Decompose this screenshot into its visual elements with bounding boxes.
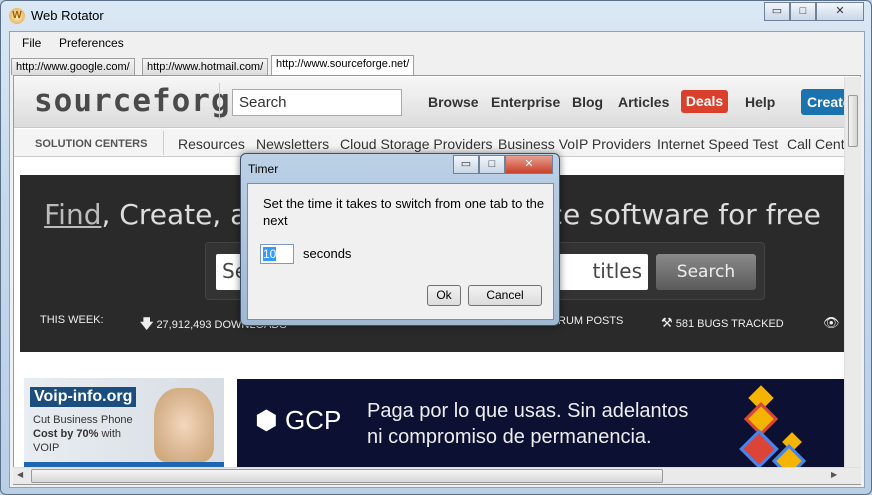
voip-ad[interactable]: Voip-info.org Cut Business Phone Cost by… <box>24 378 224 468</box>
nav-help[interactable]: Help <box>745 94 775 110</box>
timer-dialog: Timer ▭ □ ✕ Set the time it takes to swi… <box>240 153 560 326</box>
site-header: sourceforge Search Browse Enterprise Blo… <box>14 77 860 128</box>
seconds-label: seconds <box>303 246 352 261</box>
app-icon: W <box>9 8 25 24</box>
bugs-text: 581 BUGS TRACKED <box>675 318 784 330</box>
seconds-input[interactable]: 10 <box>260 244 294 264</box>
eye-icon: 👁 <box>823 315 840 330</box>
subnav-resources[interactable]: Resources <box>178 136 245 152</box>
close-button[interactable]: ✕ <box>816 2 864 21</box>
scroll-left-arrow-icon[interactable]: ◀ <box>17 470 23 479</box>
subnav-speed-test[interactable]: Internet Speed Test <box>657 136 778 152</box>
hero-search-button[interactable]: Search <box>656 254 756 290</box>
gcp-hexagon-icon: ⬢ <box>255 405 278 435</box>
dialog-message: Set the time it takes to switch from one… <box>263 196 545 228</box>
menu-file[interactable]: File <box>22 36 41 50</box>
voip-line2-bold: Cost by 70% <box>33 428 99 440</box>
voip-line3: VOIP <box>33 442 60 454</box>
subnav-business-voip[interactable]: Business VoIP Providers <box>498 136 651 152</box>
gcp-line2: ni compromiso de permanencia. <box>367 426 652 448</box>
dialog-title: Timer <box>248 162 279 176</box>
deals-button[interactable]: Deals <box>681 90 728 113</box>
voip-brand: Voip-info.org <box>30 387 137 407</box>
ad-photo <box>154 388 214 462</box>
tab-hotmail[interactable]: http://www.hotmail.com/ <box>142 58 269 75</box>
scroll-right-arrow-icon[interactable]: ▶ <box>831 470 837 479</box>
maximize-button[interactable]: □ <box>790 2 816 21</box>
voip-line1: Cut Business Phone <box>33 414 133 426</box>
solution-centers-label: SOLUTION CENTERS <box>35 138 148 150</box>
divider <box>219 83 220 121</box>
dialog-maximize-button[interactable]: □ <box>479 155 505 174</box>
gcp-brand: GCP <box>284 405 342 435</box>
window-title: Web Rotator <box>31 8 104 23</box>
nav-articles[interactable]: Articles <box>618 94 669 110</box>
minimize-button[interactable]: ▭ <box>764 2 790 21</box>
hero-search-text-end: titles <box>592 259 642 283</box>
gcp-line1: Paga por lo que usas. Sin adelantos <box>367 400 689 422</box>
vertical-scroll-thumb[interactable] <box>848 95 858 147</box>
vertical-scrollbar[interactable] <box>844 77 861 467</box>
horizontal-scroll-thumb[interactable] <box>31 469 663 483</box>
find-link[interactable]: Find <box>44 198 101 231</box>
gcp-ad[interactable]: ⬢ GCP Paga por lo que usas. Sin adelanto… <box>237 379 845 478</box>
dialog-close-button[interactable]: ✕ <box>505 155 553 174</box>
divider <box>163 131 164 155</box>
forum-posts-stat: RUM POSTS <box>558 315 624 327</box>
dialog-minimize-button[interactable]: ▭ <box>453 155 479 174</box>
sourceforge-logo[interactable]: sourceforge <box>34 83 250 119</box>
tools-icon: ⚒ <box>661 315 673 330</box>
menu-preferences[interactable]: Preferences <box>59 36 124 50</box>
voip-ad-text: Cut Business Phone Cost by 70% with VOIP <box>33 413 153 455</box>
seconds-value: 10 <box>263 247 277 261</box>
subnav-cloud-storage[interactable]: Cloud Storage Providers <box>340 136 493 152</box>
ok-button[interactable]: Ok <box>427 285 461 306</box>
horizontal-scrollbar[interactable]: ◀ ▶ <box>13 467 861 484</box>
nav-enterprise[interactable]: Enterprise <box>491 94 560 110</box>
dialog-body: Set the time it takes to switch from one… <box>247 183 554 320</box>
voip-line2: with <box>98 428 122 440</box>
nav-browse[interactable]: Browse <box>428 94 479 110</box>
nav-blog[interactable]: Blog <box>572 94 603 110</box>
tab-google[interactable]: http://www.google.com/ <box>11 58 135 75</box>
cancel-button[interactable]: Cancel <box>468 285 542 306</box>
download-arrow-icon: 🡇 <box>140 316 154 331</box>
subnav-newsletters[interactable]: Newsletters <box>256 136 329 152</box>
cube-graphic <box>739 429 779 469</box>
gcp-logo: ⬢ GCP <box>255 405 341 436</box>
subnav-call-center[interactable]: Call Cente <box>787 136 852 152</box>
site-search-input[interactable]: Search <box>232 89 402 116</box>
stats-label: THIS WEEK: <box>40 314 104 326</box>
tab-sourceforge[interactable]: http://www.sourceforge.net/ <box>271 55 415 76</box>
bugs-stat: ⚒ 581 BUGS TRACKED <box>661 315 784 331</box>
gcp-ad-text: Paga por lo que usas. Sin adelantos ni c… <box>367 398 688 450</box>
